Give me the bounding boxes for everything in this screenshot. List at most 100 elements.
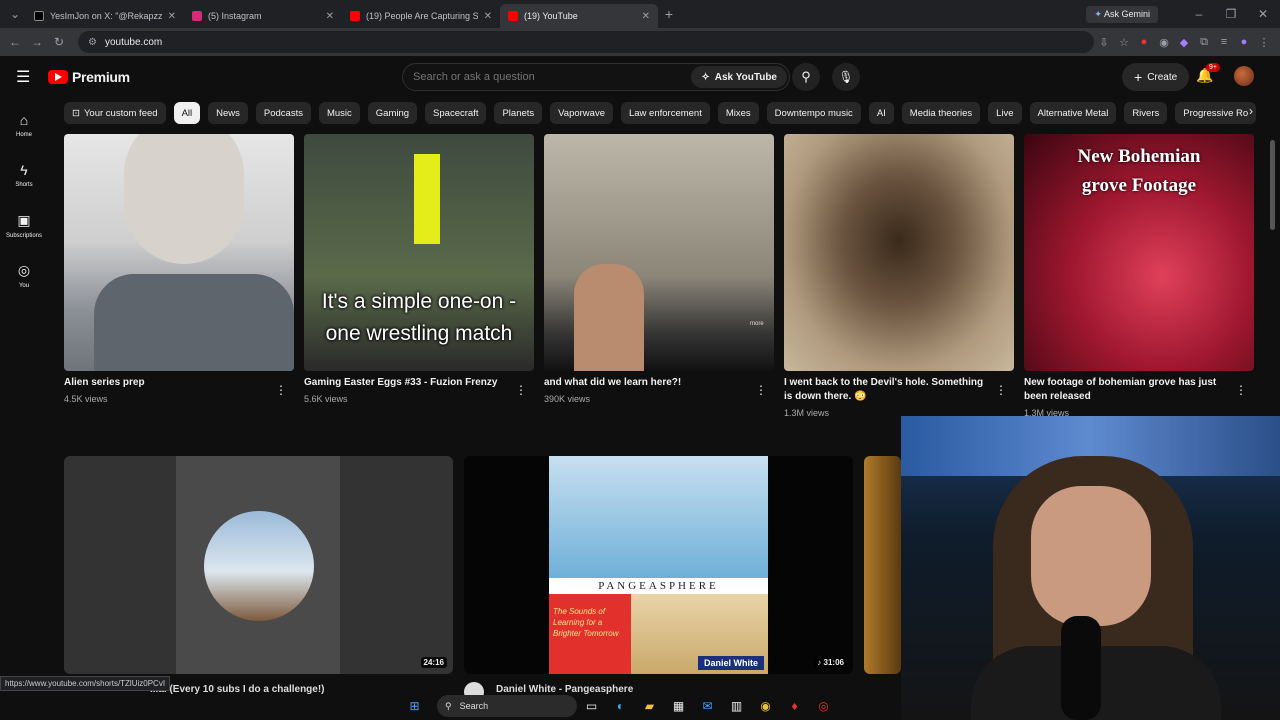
chip-rivers[interactable]: Rivers (1124, 102, 1168, 124)
ask-youtube-button[interactable]: ✧ Ask YouTube (691, 66, 787, 88)
chip-alternative-metal[interactable]: Alternative Metal (1029, 102, 1117, 124)
browser-tab-youtube[interactable]: (19) YouTube ✕ (500, 4, 658, 28)
video-thumbnail[interactable]: PANGEASPHERE The Sounds of Learning for … (464, 456, 853, 674)
maximize-icon[interactable]: ❐ (1220, 7, 1242, 21)
record-app-icon[interactable]: ◎ (809, 699, 838, 713)
chip-law-enforcement[interactable]: Law enforcement (620, 102, 710, 124)
close-tab-icon[interactable]: ✕ (168, 11, 176, 22)
bookmark-star-icon[interactable]: ☆ (1114, 36, 1134, 49)
file-explorer-icon[interactable]: ▰ (635, 699, 664, 713)
chip-planets[interactable]: Planets (494, 102, 543, 124)
reading-list-icon[interactable]: ≡ (1214, 36, 1234, 48)
chip-ai[interactable]: AI (868, 102, 894, 124)
chip-podcasts[interactable]: Podcasts (255, 102, 311, 124)
sidebar-item-subscriptions[interactable]: ▣ Subscriptions (0, 200, 48, 250)
store-icon[interactable]: ▦ (664, 699, 693, 713)
extension-grey-icon[interactable]: ◉ (1154, 36, 1174, 49)
ask-gemini-button[interactable]: ✦ Ask Gemini (1086, 5, 1158, 23)
browser-tab-instagram[interactable]: (5) Instagram ✕ (184, 4, 342, 28)
video-thumbnail[interactable]: more (544, 134, 774, 371)
site-info-icon[interactable]: ⚙ (88, 37, 97, 48)
profile-icon[interactable]: ● (1234, 36, 1254, 48)
browser-menu-icon[interactable]: ⋮ (1254, 36, 1274, 49)
shorts-icon: ϟ (20, 162, 28, 178)
close-tab-icon[interactable]: ✕ (484, 11, 492, 22)
avatar[interactable] (1234, 66, 1254, 86)
youtube-logo[interactable]: Premium (48, 69, 130, 85)
chevron-right-icon[interactable]: › (1244, 104, 1258, 118)
tab-list-icon[interactable]: ⌄ (4, 7, 26, 21)
youtube-play-icon (48, 70, 68, 84)
chip-mixes[interactable]: Mixes (717, 102, 759, 124)
chip-music[interactable]: Music (318, 102, 360, 124)
hamburger-menu-icon[interactable]: ☰ (16, 67, 40, 87)
thumbnail-lower-panel: The Sounds of Learning for a Brighter To… (549, 594, 768, 674)
extension-red-icon[interactable]: ● (1134, 36, 1154, 48)
video-thumbnail[interactable]: New Bohemian grove Footage (1024, 134, 1254, 371)
new-tab-icon[interactable]: + (658, 6, 680, 22)
browser-tab-youtube-video[interactable]: (19) People Are Capturing Som✕ (342, 4, 500, 28)
back-icon[interactable]: ← (4, 35, 26, 49)
thumbnail-circle-photo (204, 511, 314, 621)
sidebar-item-you[interactable]: ◎ You (0, 250, 48, 300)
sidebar-item-home[interactable]: ⌂ Home (0, 100, 48, 150)
thumbnail-overlay-text: New Bohemian grove Footage (1077, 146, 1201, 196)
minimize-icon[interactable]: – (1188, 7, 1210, 21)
more-options-icon[interactable]: ⋮ (275, 383, 287, 397)
video-title[interactable]: I went back to the Devil's hole. Somethi… (784, 376, 994, 404)
chip-custom-feed[interactable]: ⊡ Your custom feed (64, 102, 166, 124)
gemini-icon: ✦ (1094, 8, 1102, 19)
close-window-icon[interactable]: ✕ (1252, 7, 1274, 21)
video-thumbnail[interactable] (784, 134, 1014, 371)
more-options-icon[interactable]: ⋮ (1235, 383, 1247, 397)
close-tab-icon[interactable]: ✕ (642, 11, 650, 22)
windows-taskbar: ⊞ ⚲ Search ▭ ◐ ▰ ▦ ✉ ▥ ◉ ♦ ◎ (400, 692, 880, 720)
video-title[interactable]: and what did we learn here?! (544, 376, 744, 390)
close-tab-icon[interactable]: ✕ (326, 11, 334, 22)
extensions-puzzle-icon[interactable]: ⧉ (1194, 36, 1214, 49)
youtube-header: ☰ Premium ✧Ask YouTube ⚲ 🎙 +Create 🔔 9+ (0, 56, 1280, 98)
search-button[interactable]: ⚲ (792, 63, 820, 91)
taskbar-search[interactable]: ⚲ Search (437, 695, 577, 717)
extension-purple-icon[interactable]: ◆ (1174, 36, 1194, 49)
forward-icon[interactable]: → (26, 35, 48, 49)
scrollbar[interactable] (1270, 140, 1275, 230)
thumbnail-block (414, 154, 440, 244)
mail-icon[interactable]: ✉ (693, 699, 722, 713)
browser-tab-x[interactable]: YesImJon on X: "@Rekapzz Bam✕ (26, 4, 184, 28)
pin-app-icon[interactable]: ♦ (780, 699, 809, 713)
notifications-button[interactable]: 🔔 9+ (1196, 63, 1220, 84)
url-field[interactable]: ⚙ youtube.com (78, 31, 1094, 53)
video-thumbnail[interactable] (864, 456, 901, 674)
video-title[interactable]: Alien series prep (64, 376, 264, 390)
more-options-icon[interactable]: ⋮ (755, 383, 767, 397)
video-title[interactable]: New footage of bohemian grove has just b… (1024, 376, 1224, 404)
chip-live[interactable]: Live (988, 102, 1022, 124)
video-thumbnail[interactable]: 24:16 (64, 456, 453, 674)
task-view-icon[interactable]: ▭ (577, 699, 606, 713)
video-thumbnail[interactable]: It's a simple one-on -one wrestling matc… (304, 134, 534, 371)
video-title[interactable]: ...al (Every 10 subs I do a challenge!) (150, 684, 325, 695)
more-link[interactable]: more (750, 321, 764, 327)
app-icon[interactable]: ▥ (722, 699, 751, 713)
install-icon[interactable]: ⇩ (1094, 36, 1114, 49)
sidebar-item-shorts[interactable]: ϟ Shorts (0, 150, 48, 200)
chip-all[interactable]: All (173, 102, 201, 124)
search-input[interactable] (403, 71, 693, 83)
chip-vaporwave[interactable]: Vaporwave (550, 102, 613, 124)
video-title[interactable]: Gaming Easter Eggs #33 - Fuzion Frenzy (304, 376, 504, 390)
chip-media-theories[interactable]: Media theories (901, 102, 981, 124)
create-button[interactable]: + Create (1122, 63, 1190, 91)
reload-icon[interactable]: ↻ (48, 35, 70, 49)
chip-downtempo[interactable]: Downtempo music (766, 102, 861, 124)
video-thumbnail[interactable] (64, 134, 294, 371)
chip-spacecraft[interactable]: Spacecraft (425, 102, 487, 124)
edge-icon[interactable]: ◐ (606, 699, 635, 713)
chrome-icon[interactable]: ◉ (751, 699, 780, 713)
more-options-icon[interactable]: ⋮ (995, 383, 1007, 397)
voice-search-button[interactable]: 🎙 (832, 63, 860, 91)
windows-start-icon[interactable]: ⊞ (400, 699, 429, 713)
more-options-icon[interactable]: ⋮ (515, 383, 527, 397)
chip-news[interactable]: News (208, 102, 248, 124)
chip-gaming[interactable]: Gaming (367, 102, 418, 124)
